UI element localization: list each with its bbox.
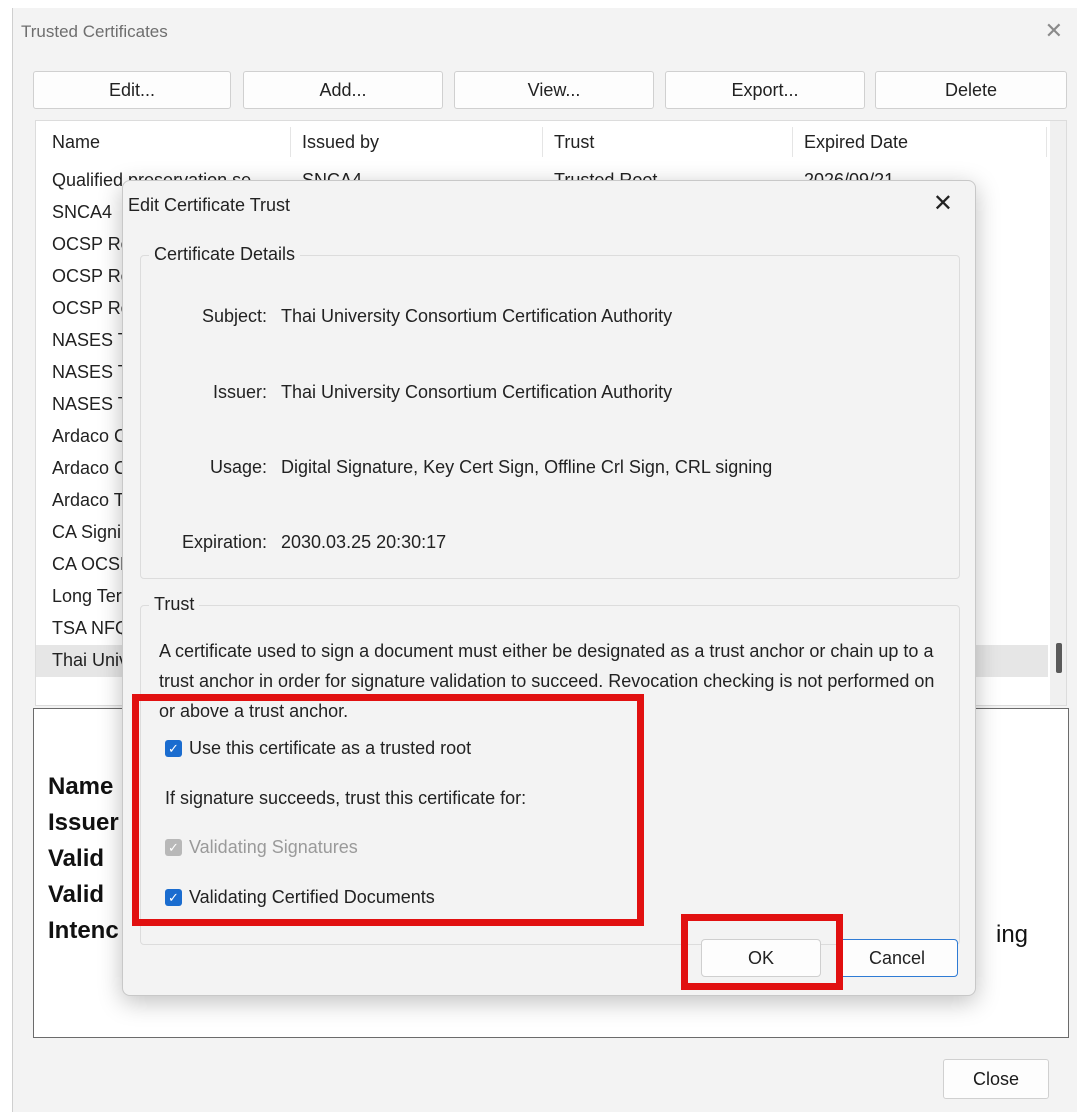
cell-name: TSA NFQ <box>52 618 130 638</box>
add-button[interactable]: Add... <box>243 71 443 109</box>
trust-description: A certificate used to sign a document mu… <box>159 641 935 721</box>
cell-name: NASES Ti <box>52 394 133 414</box>
detail-label-valid-to: Valid <box>48 881 105 908</box>
expiration-label: Expiration: <box>181 532 267 552</box>
issuer-value: Thai University Consortium Certification… <box>281 382 673 402</box>
close-button[interactable]: Close <box>943 1059 1049 1099</box>
usage-label: Usage: <box>209 457 267 477</box>
subject-value: Thai University Consortium Certification… <box>281 306 673 326</box>
cancel-button[interactable]: Cancel <box>836 939 958 977</box>
export-button[interactable]: Export... <box>665 71 865 109</box>
trust-legend: Trust <box>149 594 200 615</box>
cell-name: CA Signir <box>52 522 128 542</box>
checkbox-checked-icon[interactable]: ✓ <box>165 889 182 906</box>
column-header-name[interactable]: Name <box>52 132 100 153</box>
detail-value-fragment: ing <box>996 921 1029 948</box>
column-header-issued-by[interactable]: Issued by <box>302 132 379 153</box>
ok-button[interactable]: OK <box>701 939 821 977</box>
column-separator[interactable] <box>290 127 291 157</box>
column-header-expired-date[interactable]: Expired Date <box>804 132 908 153</box>
column-separator[interactable] <box>792 127 793 157</box>
cell-name: Thai Univ <box>52 650 129 670</box>
trust-for-label: If signature succeeds, trust this certif… <box>165 788 527 808</box>
cell-name: SNCA4 <box>52 202 113 222</box>
window-title: Trusted Certificates <box>21 22 168 41</box>
validating-signatures-label: Validating Signatures <box>189 837 358 857</box>
window-close-icon[interactable]: ✕ <box>1045 18 1063 44</box>
cell-name: CA OCSP <box>52 554 133 574</box>
delete-button[interactable]: Delete <box>875 71 1067 109</box>
cell-name: Ardaco C <box>52 458 128 478</box>
detail-label-valid-from: Valid <box>48 845 105 872</box>
cell-name: NASES Ti <box>52 330 133 350</box>
detail-label-intended: Intenc <box>48 917 119 944</box>
cell-name: Long Terr <box>52 586 128 606</box>
edit-button[interactable]: Edit... <box>33 71 231 109</box>
certificate-details-group: Certificate Details Subject: Thai Univer… <box>140 244 960 579</box>
dialog-title: Edit Certificate Trust <box>128 195 291 215</box>
expiration-value: 2030.03.25 20:30:17 <box>281 532 447 552</box>
list-scrollbar[interactable] <box>1050 121 1066 705</box>
dialog-close-icon[interactable]: ✕ <box>933 189 953 218</box>
column-separator[interactable] <box>542 127 543 157</box>
subject-label: Subject: <box>201 306 267 326</box>
cell-name: Ardaco C <box>52 426 128 446</box>
certificate-details-legend: Certificate Details <box>149 244 301 265</box>
validating-certified-documents-checkbox[interactable]: ✓ Validating Certified Documents <box>165 887 435 908</box>
validating-signatures-checkbox: ✓ Validating Signatures <box>165 837 358 858</box>
edit-certificate-trust-dialog: Edit Certificate Trust ✕ Certificate Det… <box>122 180 976 996</box>
trusted-root-checkbox[interactable]: ✓ Use this certificate as a trusted root <box>165 738 471 759</box>
trust-group: Trust A certificate used to sign a docum… <box>140 594 960 945</box>
detail-label-name: Name <box>48 773 114 800</box>
issuer-label: Issuer: <box>212 382 267 402</box>
usage-value: Digital Signature, Key Cert Sign, Offlin… <box>281 457 773 477</box>
cell-name: Ardaco T <box>52 490 125 510</box>
detail-label-issuer: Issuer <box>48 809 119 836</box>
trusted-root-label: Use this certificate as a trusted root <box>189 738 472 758</box>
checkbox-checked-icon[interactable]: ✓ <box>165 740 182 757</box>
column-separator[interactable] <box>1046 127 1047 157</box>
column-header-trust[interactable]: Trust <box>554 132 594 153</box>
view-button[interactable]: View... <box>454 71 654 109</box>
validating-certified-documents-label: Validating Certified Documents <box>189 887 435 907</box>
checkbox-disabled-icon: ✓ <box>165 839 182 856</box>
scrollbar-thumb[interactable] <box>1056 643 1062 673</box>
cell-name: NASES Ti <box>52 362 133 382</box>
